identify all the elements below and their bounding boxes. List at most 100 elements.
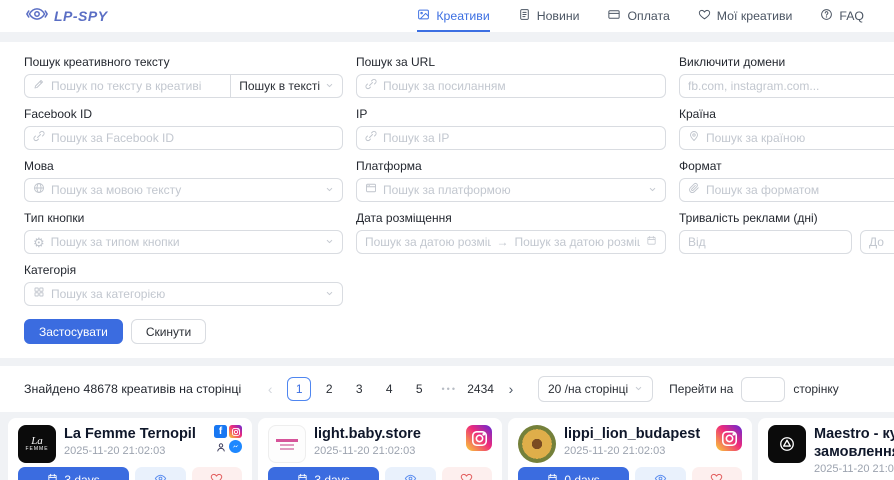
filter-facebook-id: Facebook ID xyxy=(24,107,343,150)
views-button[interactable] xyxy=(635,467,685,480)
creative-date: 2025-11-20 21:02:03 xyxy=(564,445,708,457)
field-label: Пошук креативного тексту xyxy=(24,55,343,69)
page-button-3[interactable]: 3 xyxy=(347,377,371,401)
eye-icon xyxy=(404,472,417,480)
search-mode-select[interactable]: Пошук в тексті xyxy=(231,74,343,98)
page-size-select[interactable]: 20 /на сторінці xyxy=(538,376,653,402)
eye-icon xyxy=(654,472,667,480)
ip-input[interactable] xyxy=(383,127,657,149)
filter-ip: IP xyxy=(356,107,666,150)
next-page-button[interactable]: › xyxy=(500,377,522,401)
heart-icon xyxy=(210,472,223,480)
language-select[interactable] xyxy=(24,178,343,202)
views-button[interactable] xyxy=(385,467,435,480)
nav-tab-creatives[interactable]: Креативи xyxy=(417,0,489,32)
date-to-input[interactable] xyxy=(515,231,641,253)
image-icon xyxy=(417,8,430,24)
location-pin-icon xyxy=(688,129,700,147)
chevron-down-icon xyxy=(325,79,334,93)
category-select[interactable] xyxy=(24,282,343,306)
date-from-input[interactable] xyxy=(365,231,491,253)
platform-input[interactable] xyxy=(383,179,642,201)
duration-from-input[interactable] xyxy=(688,231,843,253)
avatar-logo xyxy=(276,439,298,442)
link-icon xyxy=(33,129,45,147)
prev-page-button[interactable]: ‹ xyxy=(259,377,281,401)
filter-url: Пошук за URL xyxy=(356,55,666,98)
page-button-last[interactable]: 2434 xyxy=(467,377,494,401)
apply-button[interactable]: Застосувати xyxy=(24,319,123,344)
field-label: Виключити домени xyxy=(679,55,894,69)
platform-select[interactable] xyxy=(356,178,666,202)
field-label: Facebook ID xyxy=(24,107,343,121)
facebook-id-input[interactable] xyxy=(51,127,334,149)
filter-button-type: Тип кнопки ⚙ xyxy=(24,211,343,254)
button-type-select[interactable]: ⚙ xyxy=(24,230,343,254)
language-input[interactable] xyxy=(51,179,319,201)
views-button[interactable] xyxy=(135,467,185,480)
chevron-down-icon xyxy=(325,233,334,251)
favorite-button[interactable] xyxy=(192,467,242,480)
instagram-icon xyxy=(716,425,742,451)
url-input[interactable] xyxy=(383,75,657,97)
days-active-button[interactable]: 3 days xyxy=(18,467,129,480)
favorite-button[interactable] xyxy=(442,467,492,480)
app-root: LP-SPY Креативи Новини xyxy=(0,0,894,480)
heart-icon xyxy=(460,472,473,480)
field-label: IP xyxy=(356,107,666,121)
calendar-icon xyxy=(47,473,58,480)
field-label: Дата розміщення xyxy=(356,211,666,225)
pencil-icon xyxy=(33,77,45,95)
reset-button[interactable]: Скинути xyxy=(131,319,206,344)
creative-date: 2025-11-20 21:02:03 xyxy=(314,445,458,457)
days-active-button[interactable]: 0 days xyxy=(518,467,629,480)
chevron-down-icon xyxy=(634,382,643,396)
field-label: Тип кнопки xyxy=(24,211,343,225)
messenger-icon xyxy=(229,440,242,453)
filter-exclude-domains: Виключити домени xyxy=(679,55,894,98)
nav-label: Креативи xyxy=(436,9,489,23)
format-input[interactable] xyxy=(706,179,894,201)
filter-platform: Платформа xyxy=(356,159,666,202)
nav-tab-payment[interactable]: Оплата xyxy=(607,0,669,32)
nav-tab-news[interactable]: Новини xyxy=(518,0,580,32)
creative-card: Maestro - кухні, меблі на замовлення в У… xyxy=(758,418,894,480)
pager-ellipsis[interactable]: ••• xyxy=(437,384,461,394)
avatar-logo xyxy=(280,444,294,446)
avatar: La FEMME xyxy=(18,425,56,463)
category-input[interactable] xyxy=(51,283,319,305)
days-active-button[interactable]: 3 days xyxy=(268,467,379,480)
avatar-text: La xyxy=(31,436,43,446)
days-label: 3 days xyxy=(314,473,349,480)
nav-tab-my-creatives[interactable]: Мої креативи xyxy=(698,0,793,32)
advertiser-name: light.baby.store xyxy=(314,425,458,443)
goto-prefix-label: Перейти на xyxy=(669,382,733,396)
field-label: Пошук за URL xyxy=(356,55,666,69)
nav-tab-faq[interactable]: FAQ xyxy=(820,0,864,32)
page-button-5[interactable]: 5 xyxy=(407,377,431,401)
goto-page-input[interactable] xyxy=(741,377,785,402)
browser-icon xyxy=(365,181,377,199)
calendar-icon xyxy=(547,473,558,480)
page-button-4[interactable]: 4 xyxy=(377,377,401,401)
nav-label: Новини xyxy=(537,9,580,23)
instagram-icon xyxy=(466,425,492,451)
main-nav: Креативи Новини Оплата xyxy=(417,0,864,32)
filter-format: Формат xyxy=(679,159,894,202)
creative-date: 2025-11-20 21:02:03 xyxy=(814,463,894,475)
nav-label: Мої креативи xyxy=(717,9,793,23)
creative-text-input[interactable] xyxy=(51,75,222,97)
favorite-button[interactable] xyxy=(692,467,742,480)
exclude-domains-input[interactable] xyxy=(688,75,894,97)
chevron-down-icon xyxy=(325,285,334,303)
country-input[interactable] xyxy=(706,127,894,149)
calendar-icon xyxy=(646,233,657,251)
creative-date: 2025-11-20 21:02:03 xyxy=(64,445,206,457)
page-button-1[interactable]: 1 xyxy=(287,377,311,401)
date-range-picker[interactable]: → xyxy=(356,230,666,254)
brand-logo[interactable]: LP-SPY xyxy=(26,6,108,27)
duration-to-input[interactable] xyxy=(869,231,894,253)
page-button-2[interactable]: 2 xyxy=(317,377,341,401)
pagination-bar: Знайдено 48678 креативів на сторінці ‹ 1… xyxy=(0,366,894,412)
button-type-input[interactable] xyxy=(51,231,319,253)
